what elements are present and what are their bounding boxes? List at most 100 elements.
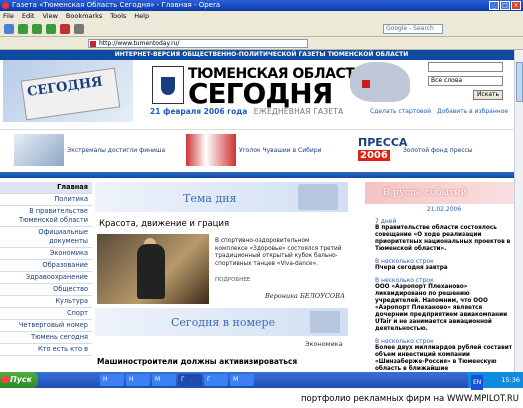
system-tray: EN 15:36: [468, 372, 523, 391]
more-link[interactable]: ПОДРОБНЕЕ: [215, 277, 250, 283]
article-title[interactable]: Красота, движение и грация: [99, 219, 348, 229]
nav-item[interactable]: Тюмень сегодня: [0, 332, 92, 344]
nav-item[interactable]: Политика: [0, 194, 92, 206]
menu-file[interactable]: File: [3, 11, 14, 21]
stop-icon[interactable]: [60, 24, 70, 34]
menu-help[interactable]: Help: [134, 11, 149, 21]
events-heading: В русле событий: [383, 187, 467, 198]
article-lead: В спортивно-оздоровительном комплексе «З…: [215, 238, 342, 267]
site-search-input[interactable]: [428, 62, 503, 72]
nav-item[interactable]: Общество: [0, 284, 92, 296]
news-time[interactable]: В несколько строк: [375, 258, 515, 265]
nav-item[interactable]: В правительстве Тюменской области: [0, 206, 92, 227]
news-time[interactable]: В несколько строк: [375, 277, 515, 284]
site-icon: [90, 41, 96, 47]
address-bar: http://www.tumentoday.ru/: [0, 37, 523, 50]
new-page-icon[interactable]: [4, 24, 14, 34]
task-button[interactable]: Г: [204, 374, 228, 386]
news-text[interactable]: ООО «Аэропорт Плеханово» ликвидировано п…: [375, 284, 515, 333]
nav-item[interactable]: Официальные документы: [0, 227, 92, 248]
news-time[interactable]: 7 дней: [375, 218, 515, 225]
news-date: 21.02.2006: [426, 206, 462, 213]
search-button[interactable]: Искать: [473, 90, 503, 100]
back-icon[interactable]: [18, 24, 28, 34]
window-title-bar: Газета «Тюменская Область Сегодня» - Гла…: [0, 0, 523, 11]
task-list: Н Н М Г Г М: [100, 374, 254, 386]
newspaper-logo: СЕГОДНЯ: [26, 74, 104, 100]
masthead: СЕГОДНЯ ТЮМЕНСКАЯ ОБЛАСТЬ СЕГОДНЯ 21 фев…: [0, 60, 523, 122]
window-title: Газета «Тюменская Область Сегодня» - Гла…: [12, 1, 221, 9]
news-text[interactable]: Более двух миллиардов рублей составит об…: [375, 345, 515, 372]
topic-of-day-header: Тема дня: [95, 182, 348, 212]
logo-main: СЕГОДНЯ: [188, 77, 333, 110]
task-button[interactable]: М: [152, 374, 176, 386]
section-label: Экономика: [305, 340, 343, 348]
promo-item[interactable]: Экстремалы достигли финиша: [14, 134, 165, 166]
promo-label: Золотой фонд прессы: [403, 146, 473, 154]
close-button[interactable]: ×: [511, 1, 521, 10]
news-text[interactable]: В правительстве области состоялось совещ…: [375, 225, 515, 253]
nav-item[interactable]: Образование: [0, 260, 92, 272]
nav-item[interactable]: Здравоохранение: [0, 272, 92, 284]
newspaper-icon: [298, 184, 338, 210]
language-indicator[interactable]: EN: [471, 375, 484, 391]
task-button[interactable]: М: [230, 374, 254, 386]
divider-bar: [0, 172, 523, 178]
home-icon[interactable]: [74, 24, 84, 34]
news-column: В русле событий 21.02.2006 7 дней В прав…: [365, 182, 523, 372]
start-button[interactable]: Пуск: [0, 372, 38, 388]
issue-date: 21 февраля 2006 года: [150, 107, 248, 116]
menu-edit[interactable]: Edit: [22, 11, 35, 21]
news-time[interactable]: В несколько строк: [375, 338, 515, 345]
article-photo[interactable]: [97, 234, 209, 304]
menu-tools[interactable]: Tools: [110, 11, 126, 21]
issue-subtitle: ЕЖЕДНЕВНАЯ ГАЗЕТА: [253, 107, 344, 116]
article-author: Вероника БЕЛОУСОВА: [265, 292, 345, 300]
topic-heading: Тема дня: [183, 192, 237, 205]
search-mode-select[interactable]: Все слова: [428, 76, 503, 86]
press-logo-text: ПРЕССА: [358, 136, 408, 149]
forward-icon[interactable]: [32, 24, 42, 34]
next-article-title[interactable]: Машиностроители должны активизироваться: [97, 357, 297, 366]
promo-strip: Экстремалы достигли финиша Уголок Чуваши…: [0, 129, 523, 171]
in-issue-header: Сегодня в номере: [95, 308, 348, 336]
reload-icon[interactable]: [46, 24, 56, 34]
promo-photo: [186, 134, 236, 166]
watermark-caption: портфолио рекламных фирм на WWW.MPILOT.R…: [0, 390, 523, 408]
maximize-button[interactable]: □: [500, 1, 510, 10]
task-button[interactable]: Н: [100, 374, 124, 386]
nav-item[interactable]: Главная: [0, 182, 92, 194]
nav-item[interactable]: Спорт: [0, 308, 92, 320]
set-start-link[interactable]: Сделать стартовой: [370, 108, 431, 115]
promo-item[interactable]: ПРЕССА 2006 Золотой фонд прессы: [358, 134, 473, 166]
nav-item[interactable]: Культура: [0, 296, 92, 308]
add-favorite-link[interactable]: Добавить в избранное: [437, 108, 508, 115]
clock: 15:36: [501, 376, 520, 384]
nav-item[interactable]: Экономика: [0, 248, 92, 260]
nav-item[interactable]: Четверговый номер: [0, 320, 92, 332]
promo-label: Экстремалы достигли финиша: [67, 146, 166, 154]
menu-view[interactable]: View: [42, 11, 57, 21]
scroll-thumb[interactable]: [516, 62, 523, 102]
newspaper-icon: [310, 311, 340, 333]
news-text[interactable]: Пчера сегодня завтра: [375, 265, 515, 272]
russia-map-icon: [350, 62, 410, 102]
in-issue-heading: Сегодня в номере: [171, 316, 276, 329]
task-button[interactable]: Г: [178, 374, 202, 386]
main-column: Тема дня Красота, движение и грация В сп…: [95, 182, 348, 372]
address-input[interactable]: http://www.tumentoday.ru/: [88, 39, 308, 48]
newspaper-image: СЕГОДНЯ: [3, 60, 133, 122]
promo-item[interactable]: Уголок Чувашии в Сибири: [186, 134, 321, 166]
minimize-button[interactable]: _: [489, 1, 499, 10]
nav-item[interactable]: Кто есть кто в: [0, 344, 92, 356]
promo-label: Уголок Чувашии в Сибири: [239, 146, 322, 154]
page-content: ИНТЕРНЕТ-ВЕРСИЯ ОБЩЕСТВЕННО-ПОЛИТИЧЕСКОЙ…: [0, 50, 523, 372]
windows-logo-icon: [2, 376, 9, 383]
events-header: В русле событий: [365, 182, 523, 204]
task-button[interactable]: Н: [126, 374, 150, 386]
coat-of-arms-icon: [152, 66, 184, 104]
vertical-scrollbar[interactable]: [514, 50, 523, 372]
menu-bookmarks[interactable]: Bookmarks: [66, 11, 102, 21]
web-search-input[interactable]: Google - Search: [383, 24, 443, 34]
sidebar-nav: Главная Политика В правительстве Тюменск…: [0, 182, 92, 372]
